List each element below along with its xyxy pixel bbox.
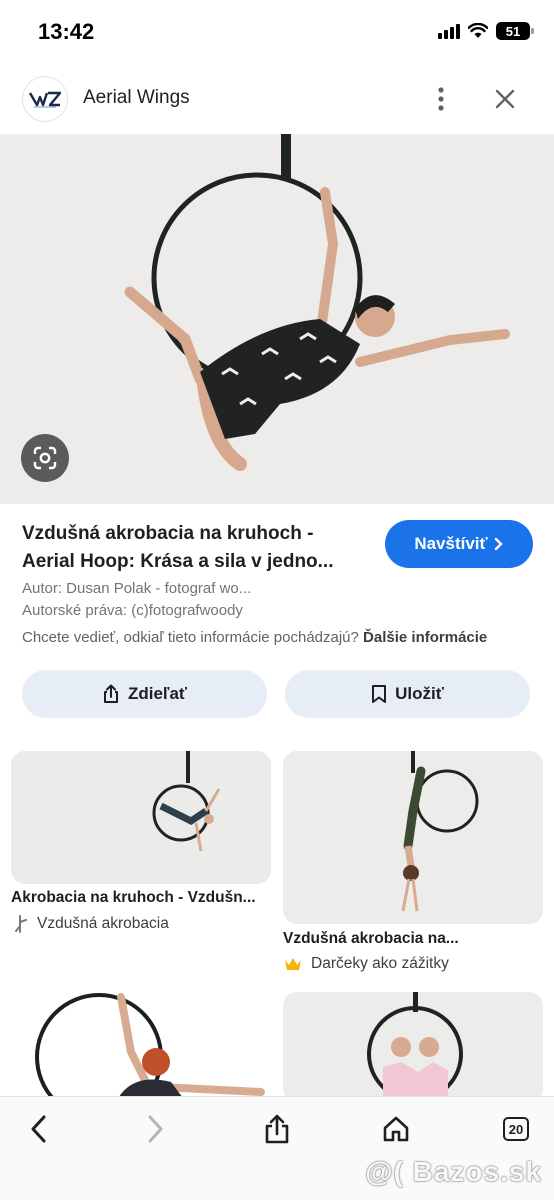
related-photo-3	[11, 952, 271, 1102]
save-label: Uložiť	[395, 684, 444, 703]
chevron-right-icon	[494, 537, 503, 551]
share-icon	[265, 1114, 289, 1144]
battery-level: 51	[505, 23, 521, 39]
image-copyright: Autorské práva: (c)fotografwoody	[22, 602, 243, 619]
visit-button[interactable]: Navštíviť	[385, 520, 533, 568]
related-image-4[interactable]	[283, 992, 543, 1102]
battery-icon: 51	[496, 22, 534, 40]
close-icon	[495, 89, 515, 109]
more-options-button[interactable]	[426, 84, 456, 114]
related-photo-4	[283, 992, 543, 1102]
site-name[interactable]: Aerial Wings	[83, 87, 190, 109]
share-page-button[interactable]	[255, 1107, 299, 1151]
source-question: Chcete vedieť, odkiaľ tieto informácie p…	[22, 629, 359, 646]
share-label: Zdieľať	[127, 684, 188, 703]
tabs-count: 20	[503, 1117, 529, 1141]
aerialist-favicon-icon	[15, 915, 27, 933]
related-photo-2	[283, 751, 543, 924]
related-source-2: Darčeky ako zážitky	[283, 955, 449, 973]
result-title-line-2: Aerial Hoop: Krása a sila v jedno...	[22, 551, 334, 572]
chevron-right-icon	[148, 1115, 163, 1143]
image-author: Autor: Dusan Polak - fotograf wo...	[22, 580, 252, 597]
related-image-1[interactable]	[11, 751, 271, 884]
header: Aerial Wings	[0, 70, 554, 130]
more-info-link[interactable]: Ďalšie informácie	[363, 629, 487, 646]
chevron-left-icon	[31, 1115, 46, 1143]
status-time: 13:42	[38, 19, 95, 44]
aerial-hoop-photo	[0, 134, 554, 504]
home-icon	[383, 1116, 409, 1142]
more-vert-icon	[438, 87, 444, 111]
google-lens-button[interactable]	[21, 434, 69, 482]
status-bar: 13:42 51	[0, 0, 554, 66]
related-image-3[interactable]	[11, 952, 271, 1102]
save-button[interactable]: Uložiť	[285, 670, 530, 718]
signal-icon	[438, 23, 460, 39]
related-source-2-label: Darčeky ako zážitky	[311, 955, 449, 972]
tabs-button[interactable]: 20	[494, 1107, 538, 1151]
aerial-wings-logo-icon	[28, 91, 62, 108]
related-photo-1	[11, 751, 271, 884]
back-button[interactable]	[16, 1107, 60, 1151]
status-icons: 51	[438, 22, 534, 40]
crown-icon	[285, 958, 301, 970]
forward-button[interactable]	[134, 1107, 178, 1151]
related-title-1[interactable]: Akrobacia na kruhoch - Vzdušn...	[11, 889, 256, 907]
related-title-2[interactable]: Vzdušná akrobacia na...	[283, 930, 459, 948]
browser-toolbar: 20 @( Bazos.sk	[0, 1096, 554, 1200]
source-info: Chcete vedieť, odkiaľ tieto informácie p…	[22, 629, 487, 646]
related-source-1: Vzdušná akrobacia	[13, 914, 169, 934]
share-icon	[103, 684, 118, 703]
watermark: @( Bazos.sk	[365, 1156, 542, 1187]
main-image[interactable]	[0, 134, 554, 504]
bookmark-icon	[372, 685, 387, 703]
share-button[interactable]: Zdieľať	[22, 670, 267, 718]
lens-icon	[33, 446, 57, 470]
close-button[interactable]	[490, 84, 520, 114]
visit-label: Navštíviť	[414, 534, 488, 553]
site-logo[interactable]	[22, 76, 68, 122]
result-title[interactable]: Vzdušná akrobacia na kruhoch - Aerial Ho…	[22, 520, 372, 576]
home-button[interactable]	[374, 1107, 418, 1151]
result-title-line-1: Vzdušná akrobacia na kruhoch -	[22, 523, 314, 544]
wifi-icon	[468, 23, 488, 38]
related-source-1-label: Vzdušná akrobacia	[37, 915, 169, 932]
related-image-2[interactable]	[283, 751, 543, 924]
